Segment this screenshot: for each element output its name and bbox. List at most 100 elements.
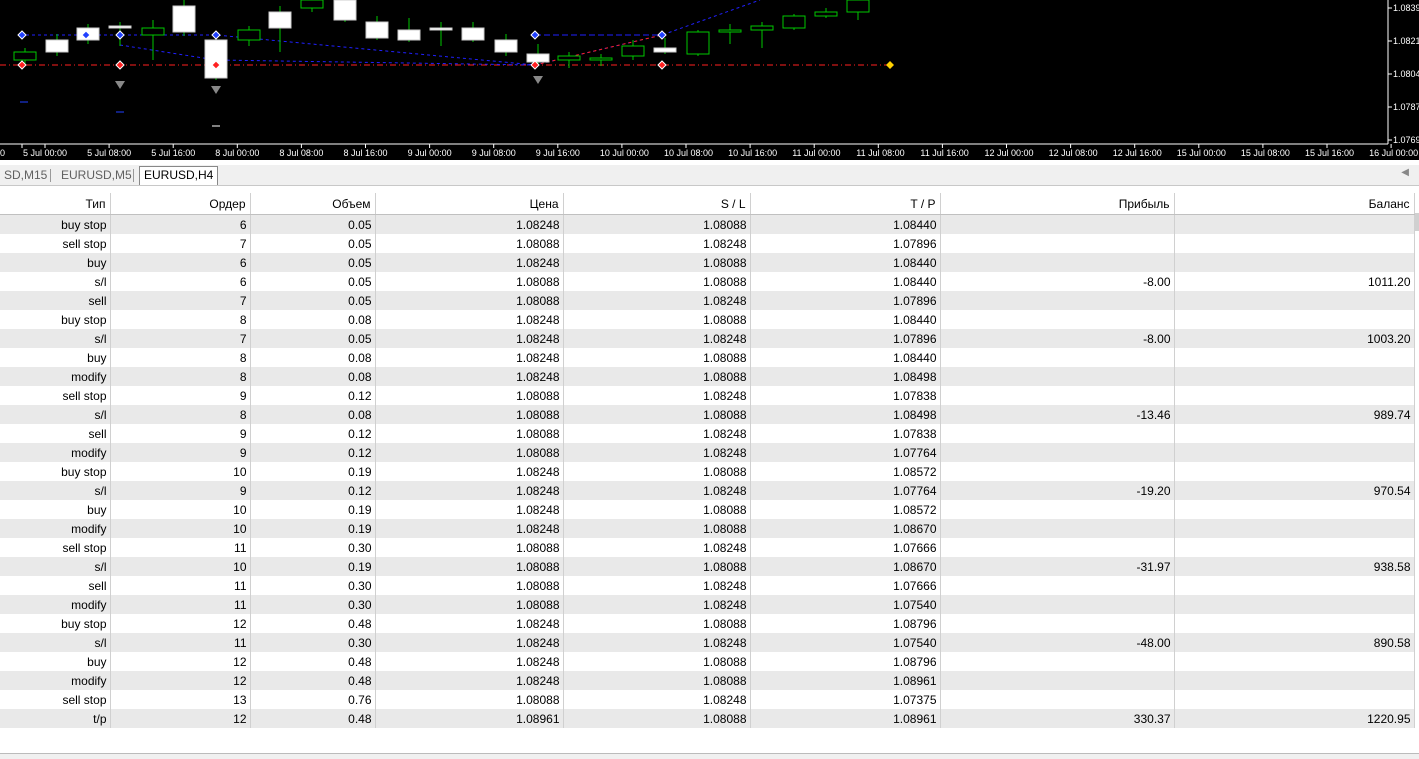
cell-price: 1.08088 [375, 272, 564, 291]
cell-price: 1.08088 [375, 538, 564, 557]
cell-volume: 0.12 [250, 443, 376, 462]
table-row[interactable]: buy stop 10 0.19 1.08248 1.08088 1.08572 [0, 462, 1415, 481]
cell-profit: -19.20 [940, 481, 1175, 500]
cell-price: 1.08248 [375, 310, 564, 329]
time-axis-label: 11 Jul 08:00 [856, 148, 904, 158]
cell-balance: 970.54 [1174, 481, 1415, 500]
col-header-order[interactable]: Ордер [110, 193, 251, 215]
table-row[interactable]: sell 9 0.12 1.08088 1.08248 1.07838 [0, 424, 1415, 443]
time-axis-label: 9 Jul 16:00 [536, 148, 580, 158]
cell-type: modify [0, 595, 111, 614]
time-axis-label: 0 [0, 148, 5, 158]
table-row[interactable]: buy 12 0.48 1.08248 1.08088 1.08796 [0, 652, 1415, 671]
table-row[interactable]: modify 9 0.12 1.08088 1.08248 1.07764 [0, 443, 1415, 462]
cell-order: 9 [110, 481, 251, 500]
cell-type: modify [0, 367, 111, 386]
cell-price: 1.08088 [375, 576, 564, 595]
cell-price: 1.08248 [375, 462, 564, 481]
candlestick-chart[interactable]: 1.0839 1.0821 1.0804 1.0787 1.0769 0 5 Jul 00:… [0, 0, 1419, 160]
table-row[interactable]: s/l 9 0.12 1.08248 1.08248 1.07764 -19.20 970.5… [0, 481, 1415, 500]
col-header-type[interactable]: Тип [0, 193, 111, 215]
bear-candle [268, 11, 292, 29]
table-row[interactable]: sell stop 9 0.12 1.08088 1.08248 1.07838 [0, 386, 1415, 405]
cell-type: sell [0, 291, 111, 310]
cell-balance [1174, 386, 1415, 405]
table-row[interactable]: sell stop 7 0.05 1.08088 1.08248 1.07896 [0, 234, 1415, 253]
cell-type: buy stop [0, 462, 111, 481]
table-row[interactable]: buy stop 12 0.48 1.08248 1.08088 1.08796 [0, 614, 1415, 633]
table-row[interactable]: modify 12 0.48 1.08248 1.08088 1.08961 [0, 671, 1415, 690]
table-row[interactable]: sell stop 11 0.30 1.08088 1.08248 1.07666 [0, 538, 1415, 557]
cell-order: 7 [110, 329, 251, 348]
price-axis-label: 1.0839 [1393, 3, 1419, 13]
col-header-volume[interactable]: Объем [250, 193, 376, 215]
cell-profit [940, 652, 1175, 671]
cell-order: 11 [110, 595, 251, 614]
price-axis-label: 1.0769 [1393, 135, 1419, 145]
bear-candle [45, 39, 69, 53]
cell-profit [940, 348, 1175, 367]
cell-sl: 1.08248 [563, 595, 751, 614]
table-row[interactable]: buy 6 0.05 1.08248 1.08088 1.08440 [0, 253, 1415, 272]
table-row[interactable]: sell 11 0.30 1.08088 1.08248 1.07666 [0, 576, 1415, 595]
col-header-sl[interactable]: S / L [563, 193, 751, 215]
cell-tp: 1.07896 [750, 291, 941, 310]
cell-balance: 1011.20 [1174, 272, 1415, 291]
cell-tp: 1.08440 [750, 348, 941, 367]
col-header-price[interactable]: Цена [375, 193, 564, 215]
cell-type: modify [0, 671, 111, 690]
time-axis-label: 8 Jul 16:00 [344, 148, 388, 158]
table-row[interactable]: buy stop 6 0.05 1.08248 1.08088 1.08440 [0, 214, 1415, 234]
table-row[interactable]: sell stop 13 0.76 1.08088 1.08248 1.07375 [0, 690, 1415, 709]
cell-balance [1174, 595, 1415, 614]
cell-volume: 0.30 [250, 633, 376, 652]
table-row[interactable]: modify 8 0.08 1.08248 1.08088 1.08498 [0, 367, 1415, 386]
cell-volume: 0.48 [250, 709, 376, 728]
time-axis-label: 11 Jul 16:00 [920, 148, 968, 158]
tab-sd-m15[interactable]: SD,M15 [0, 167, 51, 184]
table-row[interactable]: s/l 10 0.19 1.08088 1.08088 1.08670 -31.97 938.… [0, 557, 1415, 576]
price-chart[interactable]: 1.0839 1.0821 1.0804 1.0787 1.0769 0 5 Jul 00:… [0, 0, 1419, 160]
cell-tp: 1.08440 [750, 214, 941, 234]
table-row[interactable]: modify 11 0.30 1.08088 1.08248 1.07540 [0, 595, 1415, 614]
tab-eurusd-m5[interactable]: EURUSD,M5 [57, 167, 136, 184]
cell-volume: 0.19 [250, 500, 376, 519]
cell-volume: 0.05 [250, 253, 376, 272]
col-header-profit[interactable]: Прибыль [940, 193, 1175, 215]
cell-balance: 1220.95 [1174, 709, 1415, 728]
cell-profit [940, 367, 1175, 386]
cell-tp: 1.07540 [750, 633, 941, 652]
cell-balance [1174, 652, 1415, 671]
cell-tp: 1.07896 [750, 234, 941, 253]
vertical-scrollbar[interactable] [1415, 213, 1419, 231]
cell-sl: 1.08088 [563, 462, 751, 481]
bull-candle [557, 55, 581, 61]
tab-eurusd-h4[interactable]: EURUSD,H4 [139, 166, 219, 185]
table-row[interactable]: sell 7 0.05 1.08088 1.08248 1.07896 [0, 291, 1415, 310]
bear-candle [397, 29, 421, 41]
cell-price: 1.08248 [375, 500, 564, 519]
bull-candle [237, 29, 261, 41]
table-row[interactable]: s/l 6 0.05 1.08088 1.08088 1.08440 -8.00 1011.2… [0, 272, 1415, 291]
cell-sl: 1.08088 [563, 253, 751, 272]
table-row[interactable]: modify 10 0.19 1.08248 1.08088 1.08670 [0, 519, 1415, 538]
col-header-tp[interactable]: T / P [750, 193, 941, 215]
scroll-left-icon[interactable]: ◀ [1401, 167, 1409, 178]
cell-sl: 1.08248 [563, 690, 751, 709]
table-row[interactable]: s/l 7 0.05 1.08248 1.08248 1.07896 -8.00 1003.2… [0, 329, 1415, 348]
table-row[interactable]: s/l 8 0.08 1.08088 1.08088 1.08498 -13.46 989.7… [0, 405, 1415, 424]
cell-balance [1174, 500, 1415, 519]
table-row[interactable]: buy stop 8 0.08 1.08248 1.08088 1.08440 [0, 310, 1415, 329]
cell-profit [940, 214, 1175, 234]
cell-order: 11 [110, 633, 251, 652]
bull-candle [300, 0, 324, 9]
cell-profit [940, 595, 1175, 614]
table-row[interactable]: buy 10 0.19 1.08248 1.08088 1.08572 [0, 500, 1415, 519]
col-header-balance[interactable]: Баланс [1174, 193, 1415, 215]
cell-order: 9 [110, 424, 251, 443]
cell-profit [940, 310, 1175, 329]
table-row[interactable]: s/l 11 0.30 1.08248 1.08248 1.07540 -48.00 890.… [0, 633, 1415, 652]
table-row[interactable]: buy 8 0.08 1.08248 1.08088 1.08440 [0, 348, 1415, 367]
cell-sl: 1.08248 [563, 386, 751, 405]
table-row[interactable]: t/p 12 0.48 1.08961 1.08088 1.08961 330.37 1220… [0, 709, 1415, 728]
